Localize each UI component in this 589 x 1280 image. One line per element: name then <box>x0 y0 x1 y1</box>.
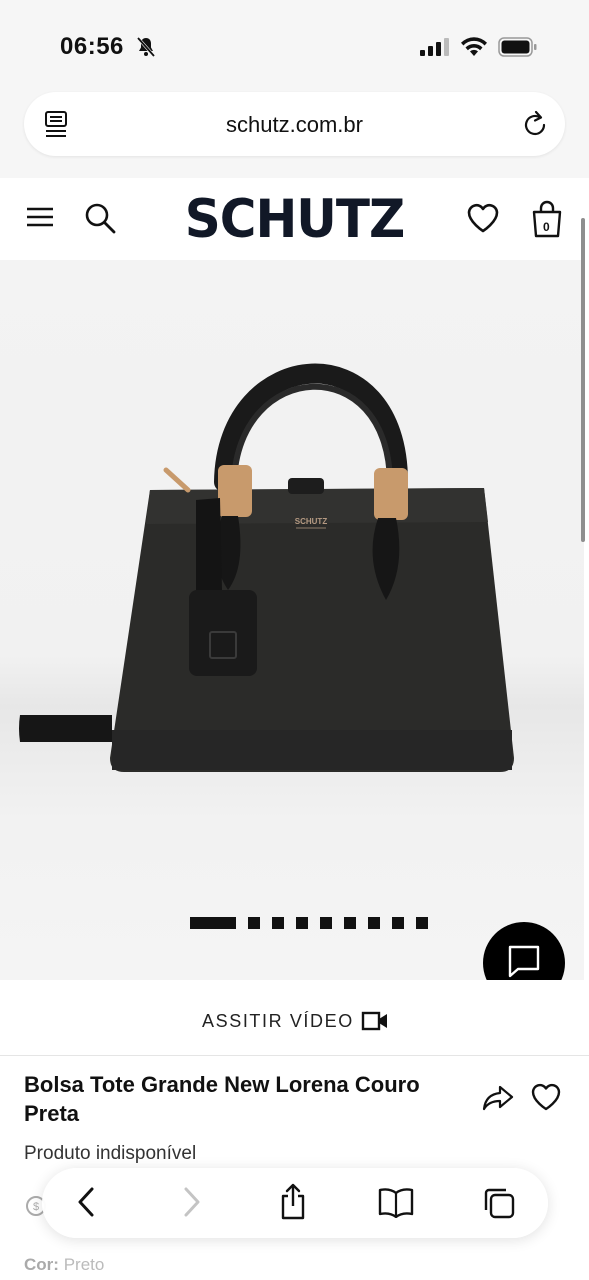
bell-slash-icon <box>136 36 156 63</box>
gallery-dot[interactable] <box>248 917 260 929</box>
chat-icon <box>506 943 542 984</box>
address-bar[interactable]: schutz.com.br <box>24 92 565 156</box>
site-header: SCHUTZ 0 <box>0 178 589 260</box>
watch-video-label[interactable]: ASSITIR VÍDEO <box>202 1011 354 1032</box>
forward-icon[interactable] <box>182 1186 202 1223</box>
battery-icon <box>498 37 538 62</box>
svg-text:$: $ <box>33 1201 39 1213</box>
gallery-dot[interactable] <box>320 917 332 929</box>
gallery-dot[interactable] <box>272 917 284 929</box>
reload-icon[interactable] <box>523 110 549 143</box>
url-domain[interactable]: schutz.com.br <box>24 112 565 138</box>
share-product-icon[interactable] <box>482 1084 514 1117</box>
color-label: Cor: <box>24 1255 59 1274</box>
brand-logo[interactable]: SCHUTZ <box>0 189 589 250</box>
favorite-product-icon[interactable] <box>530 1082 562 1117</box>
status-time: 06:56 <box>60 33 124 60</box>
watch-video-link[interactable]: ASSITIR VÍDEO <box>0 980 589 1056</box>
product-title: Bolsa Tote Grande New Lorena Couro Preta <box>24 1072 420 1126</box>
color-value: Preto <box>63 1255 105 1274</box>
gallery-dot[interactable] <box>368 917 380 929</box>
tabs-icon[interactable] <box>482 1186 516 1225</box>
bag-brand-stamp: SCHUTZ <box>295 517 328 526</box>
color-info: Cor: Preto <box>24 1255 104 1275</box>
back-icon[interactable] <box>76 1186 96 1223</box>
share-icon[interactable] <box>278 1182 308 1225</box>
gallery-dot[interactable] <box>296 917 308 929</box>
gallery-dot[interactable] <box>416 917 428 929</box>
gallery-pagination <box>190 917 428 929</box>
status-bar: 06:56 <box>0 0 589 90</box>
wifi-icon <box>460 36 488 61</box>
availability-status: Produto indisponível <box>24 1143 197 1164</box>
cellular-signal-icon <box>420 38 450 61</box>
gallery-dot[interactable] <box>344 917 356 929</box>
gallery-dot[interactable] <box>190 917 236 929</box>
video-camera-icon <box>361 1010 389 1037</box>
product-photo: SCHUTZ <box>19 363 514 772</box>
product-image-gallery[interactable]: SCHUTZ <box>0 260 584 980</box>
cart-count-badge: 0 <box>543 220 550 234</box>
page-scrollbar[interactable] <box>581 218 585 542</box>
bookmarks-icon[interactable] <box>378 1186 414 1223</box>
browser-toolbar <box>42 1168 548 1238</box>
wishlist-icon[interactable] <box>466 202 500 239</box>
gallery-dot[interactable] <box>392 917 404 929</box>
